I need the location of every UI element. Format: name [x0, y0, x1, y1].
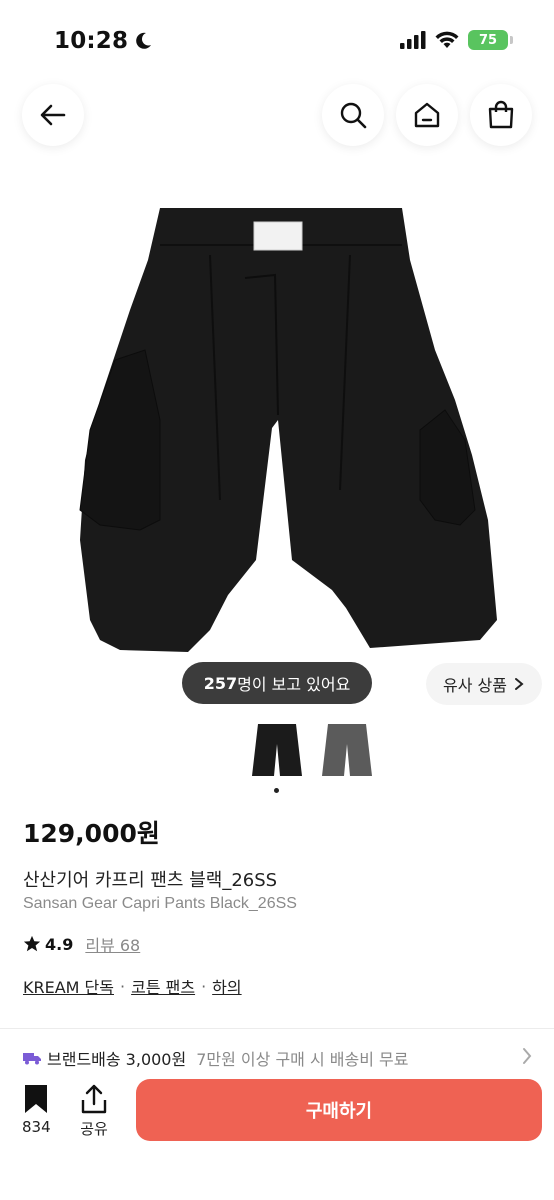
product-image[interactable] [60, 200, 500, 670]
tag-cotton-pants[interactable]: 코튼 팬츠 [131, 974, 195, 998]
battery-level: 75 [478, 32, 498, 48]
arrow-left-icon [40, 104, 66, 126]
moon-icon [136, 32, 152, 49]
share-icon [81, 1084, 107, 1114]
tag-separator: · [120, 976, 126, 996]
signal-icon [400, 31, 426, 49]
tag-row: KREAM 단독 · 코튼 팬츠 · 하의 [23, 974, 242, 998]
status-time: 10:28 [54, 28, 153, 54]
carousel-indicator [274, 788, 279, 793]
product-name-en: Sansan Gear Capri Pants Black_26SS [23, 895, 297, 912]
viewers-count: 257 [203, 673, 238, 693]
shipping-label: 브랜드배송 3,000원 [47, 1050, 187, 1069]
back-button[interactable] [22, 84, 84, 146]
product-price: 129,000원 [23, 819, 160, 848]
share-button[interactable]: 공유 [80, 1084, 108, 1139]
wifi-icon [435, 31, 459, 48]
star-icon [23, 935, 41, 952]
share-label: 공유 [80, 1120, 108, 1138]
viewers-text: 명이 보고 있어요 [237, 675, 351, 694]
section-divider [0, 1028, 554, 1029]
battery-indicator: 75 [468, 30, 513, 50]
bottom-action-bar: 834 공유 구매하기 [0, 1068, 554, 1200]
home-icon [414, 102, 440, 128]
shopping-bag-icon [488, 100, 514, 129]
truck-icon [23, 1053, 41, 1065]
search-icon [340, 102, 367, 129]
tag-separator: · [201, 976, 207, 996]
review-link[interactable]: 리뷰 68 [85, 932, 140, 956]
status-indicators: 75 [400, 30, 513, 50]
thumbnail-list [250, 722, 374, 780]
bookmark-button[interactable]: 834 [22, 1084, 51, 1136]
search-button[interactable] [322, 84, 384, 146]
tag-bottoms[interactable]: 하의 [212, 974, 241, 998]
viewers-badge: 257 명이 보고 있어요 [182, 662, 372, 704]
product-name-ko: 산산기어 카프리 팬츠 블랙_26SS [23, 870, 278, 891]
shipping-info[interactable]: 브랜드배송 3,000원 7만원 이상 구매 시 배송비 무료 [23, 1046, 533, 1070]
rating-score: 4.9 [45, 934, 74, 954]
buy-button[interactable]: 구매하기 [136, 1079, 542, 1141]
shipping-note: 7만원 이상 구매 시 배송비 무료 [196, 1050, 409, 1069]
thumbnail-gray-image [322, 724, 372, 776]
thumbnail-gray[interactable] [320, 722, 374, 780]
similar-products-button[interactable]: 유사 상품 [426, 663, 542, 705]
chevron-right-icon [523, 1048, 532, 1064]
bag-button[interactable] [470, 84, 532, 146]
clock-text: 10:28 [54, 28, 129, 54]
thumbnail-black[interactable] [250, 722, 304, 780]
rating-row: 4.9 리뷰 68 [23, 932, 140, 956]
status-bar: 10:28 75 [0, 0, 554, 70]
header-actions [310, 84, 532, 146]
bookmark-count: 834 [22, 1118, 51, 1136]
similar-products-label: 유사 상품 [443, 676, 507, 695]
home-button[interactable] [396, 84, 458, 146]
thumbnail-black-image [252, 724, 302, 776]
chevron-right-icon [514, 678, 524, 690]
bookmark-icon [25, 1085, 48, 1113]
tag-kream-exclusive[interactable]: KREAM 단독 [23, 974, 114, 998]
